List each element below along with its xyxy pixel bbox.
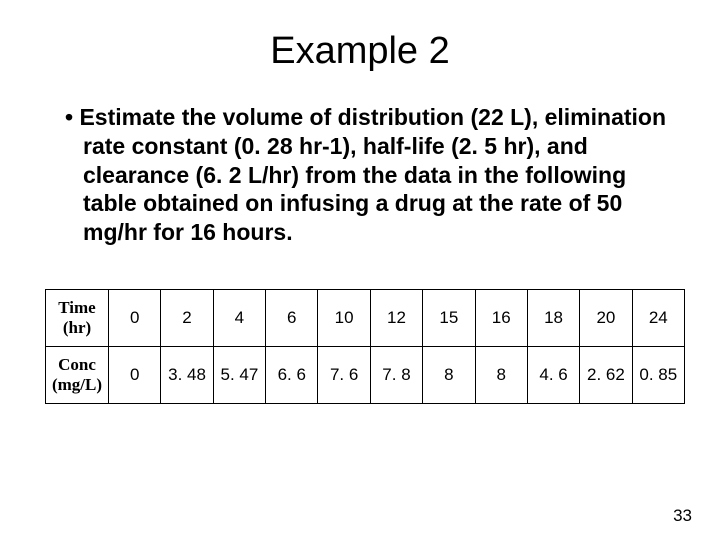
row-header-time: Time (hr) [46, 289, 109, 346]
cell: 15 [423, 289, 475, 346]
cell: 2 [161, 289, 213, 346]
cell: 0. 85 [632, 346, 684, 403]
cell: 3. 48 [161, 346, 213, 403]
table-row: Conc (mg/L) 0 3. 48 5. 47 6. 6 7. 6 7. 8… [46, 346, 685, 403]
cell: 2. 62 [580, 346, 632, 403]
cell: 7. 6 [318, 346, 370, 403]
cell: 7. 8 [370, 346, 422, 403]
cell: 12 [370, 289, 422, 346]
cell: 4. 6 [527, 346, 579, 403]
slide: Example 2 Estimate the volume of distrib… [0, 0, 720, 404]
table-row: Time (hr) 0 2 4 6 10 12 15 16 18 20 24 [46, 289, 685, 346]
cell: 16 [475, 289, 527, 346]
cell: 6. 6 [266, 346, 318, 403]
cell: 8 [475, 346, 527, 403]
row-header-conc: Conc (mg/L) [46, 346, 109, 403]
cell: 4 [213, 289, 265, 346]
cell: 8 [423, 346, 475, 403]
cell: 0 [109, 346, 161, 403]
cell: 5. 47 [213, 346, 265, 403]
data-table: Time (hr) 0 2 4 6 10 12 15 16 18 20 24 C… [45, 289, 685, 404]
cell: 18 [527, 289, 579, 346]
page-number: 33 [673, 506, 692, 526]
page-title: Example 2 [45, 30, 675, 73]
cell: 10 [318, 289, 370, 346]
cell: 0 [109, 289, 161, 346]
cell: 24 [632, 289, 684, 346]
cell: 6 [266, 289, 318, 346]
bullet-text: Estimate the volume of distribution (22 … [65, 103, 675, 247]
cell: 20 [580, 289, 632, 346]
